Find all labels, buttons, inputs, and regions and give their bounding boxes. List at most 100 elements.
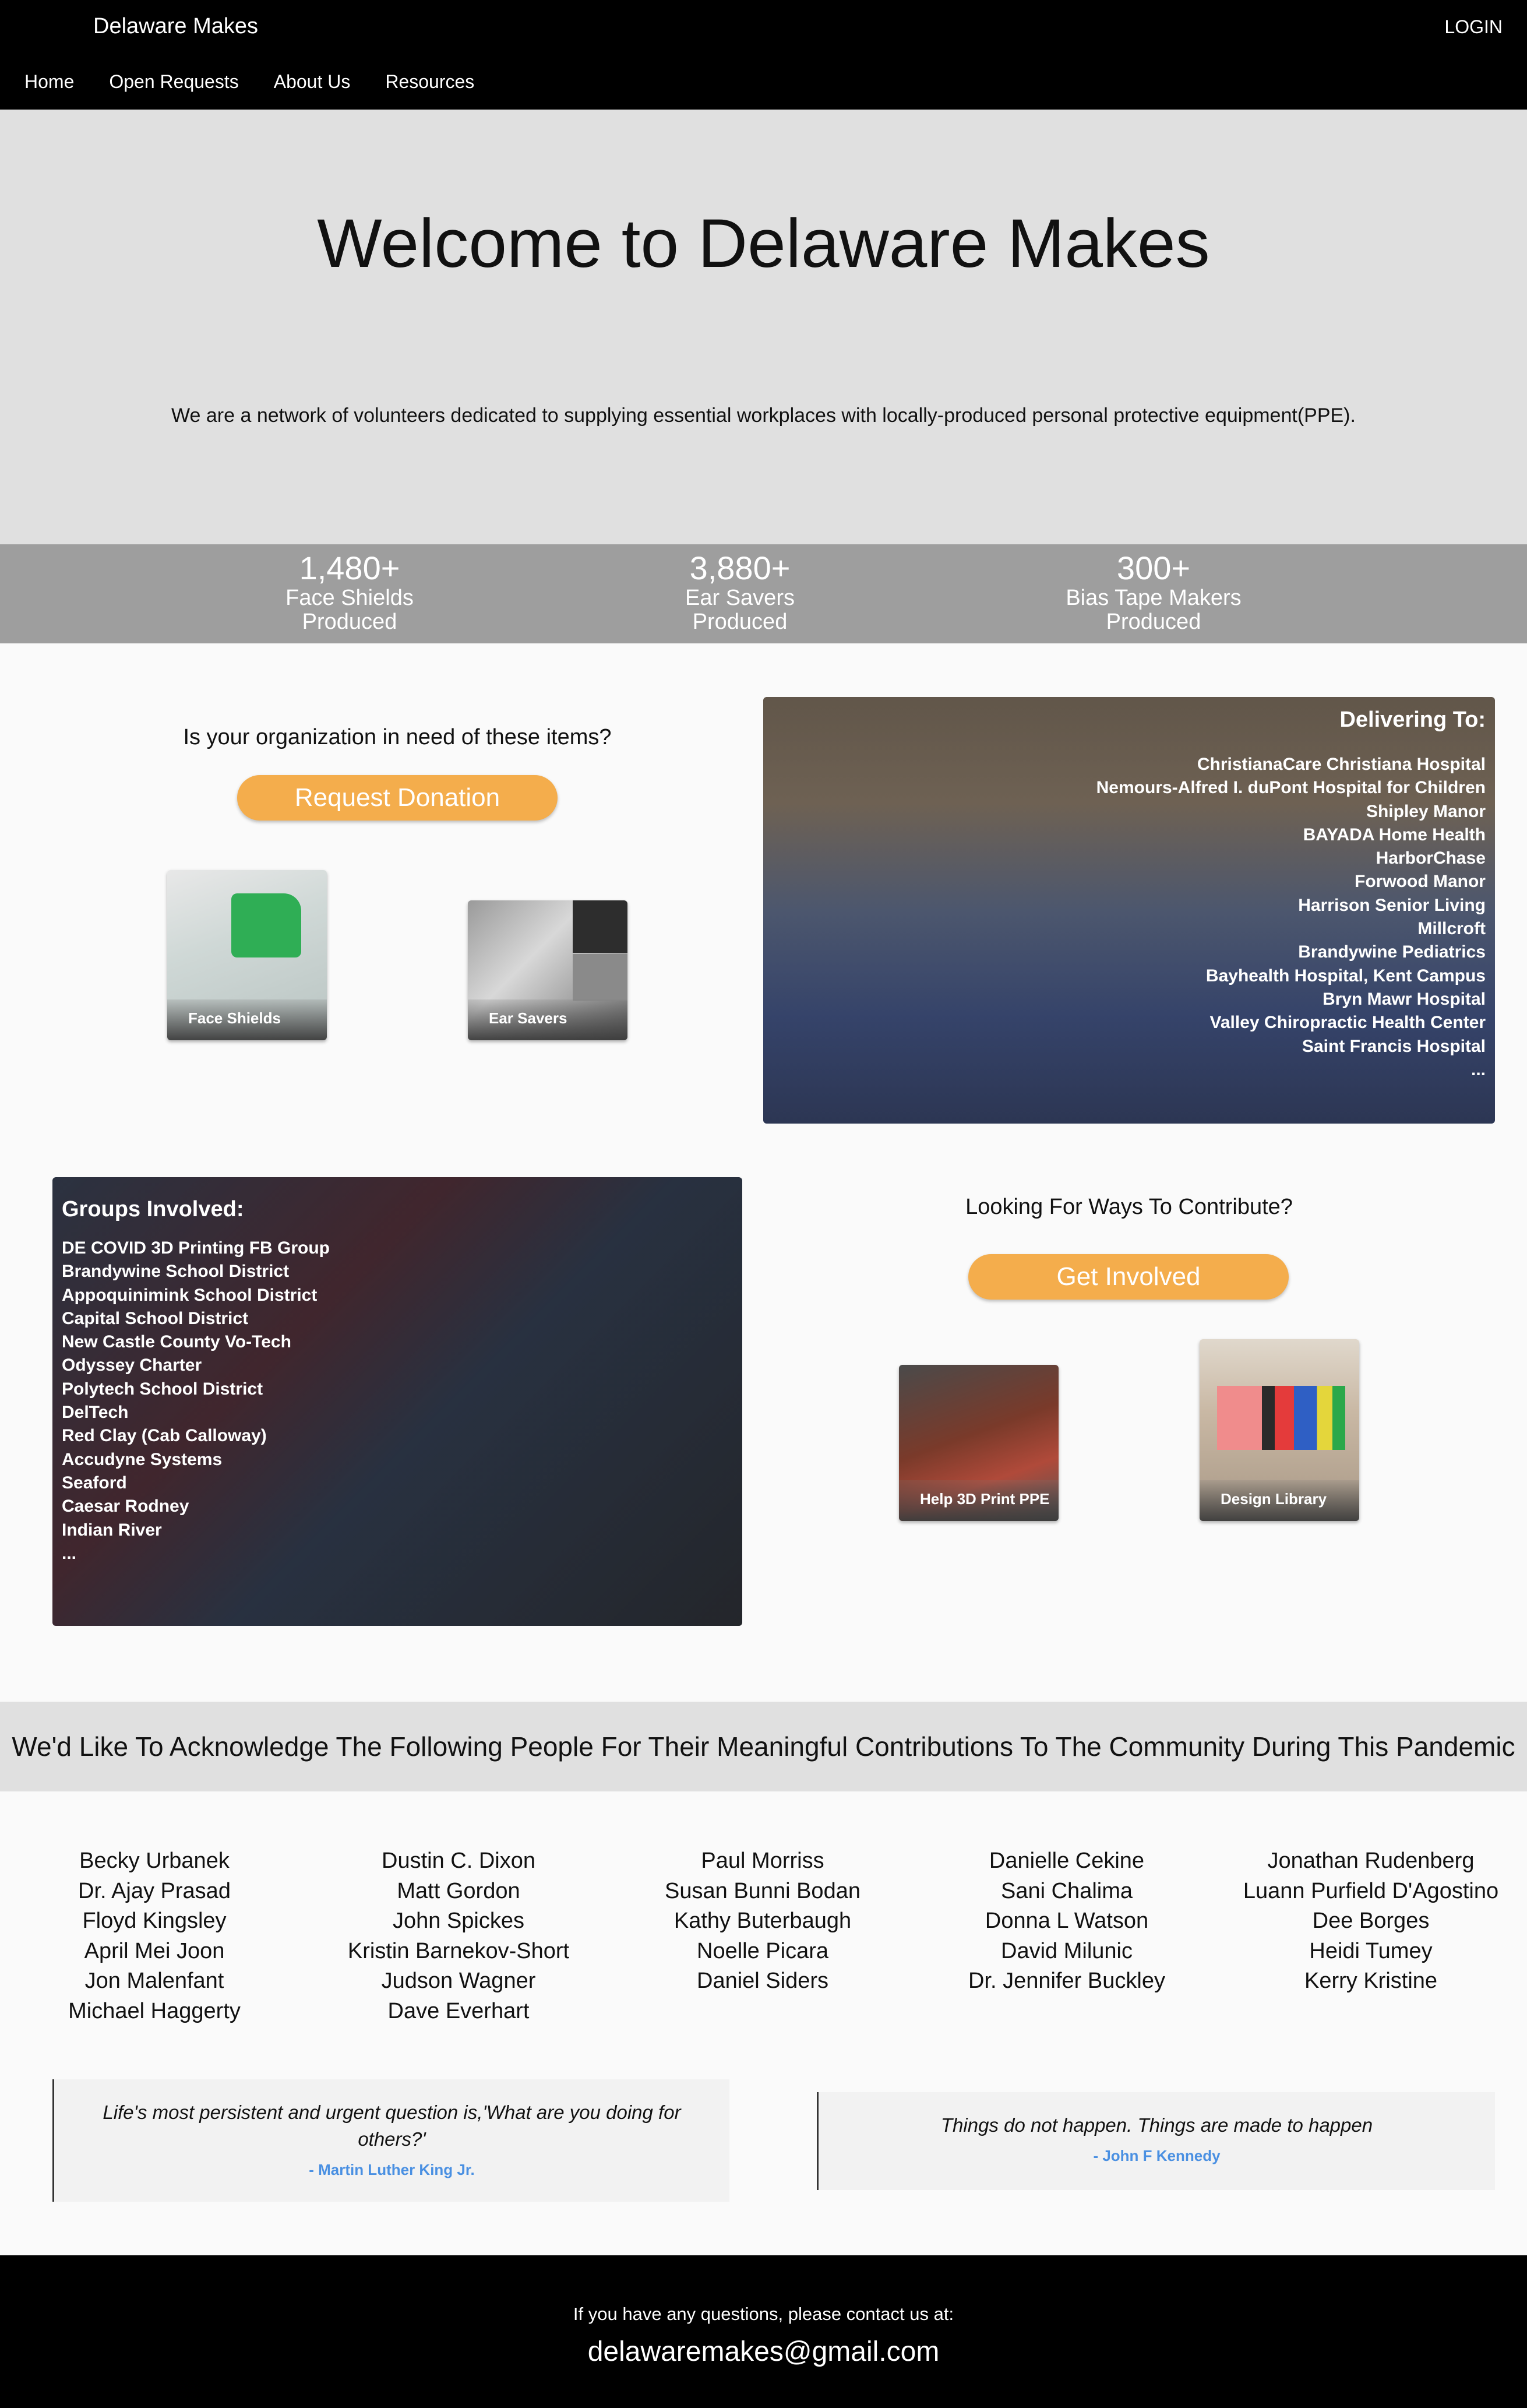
footer (0, 2255, 1527, 2408)
person-name: Heidi Tumey (1309, 1938, 1433, 1963)
list-item: Forwood Manor (1355, 872, 1486, 892)
delivering-list: ChristianaCare Christiana Hospital Nemou… (1096, 753, 1486, 1082)
quote-card: Life's most persistent and urgent questi… (52, 2079, 729, 2202)
get-involved-button[interactable]: Get Involved (968, 1254, 1289, 1300)
person-name: Jonathan Rudenberg (1267, 1849, 1475, 1873)
person-name: Judson Wagner (381, 1969, 536, 1993)
login-link[interactable]: LOGIN (1444, 16, 1503, 38)
people-column: Becky Urbanek Dr. Ajay Prasad Floyd King… (3, 1846, 306, 2026)
people-column: Dustin C. Dixon Matt Gordon John Spickes… (307, 1846, 610, 2026)
person-name: Dee Borges (1312, 1909, 1430, 1933)
person-name: Daniel Siders (697, 1969, 828, 1993)
person-name: Paul Morriss (701, 1849, 824, 1873)
delivering-panel: Delivering To: ChristianaCare Christiana… (763, 697, 1495, 1124)
nav-home[interactable]: Home (24, 71, 74, 93)
card-label: Face Shields (167, 999, 327, 1040)
list-item: Millcroft (1417, 919, 1486, 939)
list-item: Bayhealth Hospital, Kent Campus (1205, 966, 1486, 985)
main-nav: Home Open Requests About Us Resources (24, 71, 474, 93)
people-column: Jonathan Rudenberg Luann Purfield D'Agos… (1219, 1846, 1522, 1997)
quote-author: - John F Kennedy (1093, 2147, 1221, 2165)
stat-label: Face Shields (285, 585, 414, 610)
stat-value: 1,480+ (299, 550, 400, 586)
list-item: Harrison Senior Living (1298, 895, 1486, 915)
list-item: ... (62, 1543, 77, 1563)
list-item: Caesar Rodney (62, 1497, 189, 1516)
face-shields-card[interactable]: Face Shields (167, 870, 327, 1040)
card-label: Design Library (1200, 1480, 1359, 1521)
person-name: Jon Malenfant (84, 1969, 224, 1993)
nav-about-us[interactable]: About Us (274, 71, 351, 93)
list-item: Accudyne Systems (62, 1449, 223, 1469)
list-item: HarborChase (1376, 849, 1486, 868)
person-name: Kathy Buterbaugh (673, 1909, 852, 1933)
person-name: April Mei Joon (84, 1938, 225, 1963)
stat-ear-savers: 3,880+ Ear Savers Produced (565, 550, 915, 635)
person-name: Luann Purfield D'Agostino (1243, 1878, 1499, 1903)
contribute-question: Looking For Ways To Contribute? (965, 1195, 1293, 1219)
list-item: DelTech (62, 1403, 129, 1423)
stat-label: Produced (692, 610, 788, 635)
footer-contact-text: If you have any questions, please contac… (573, 2304, 954, 2324)
list-item: Brandywine Pediatrics (1298, 942, 1486, 962)
hero-subtitle: We are a network of volunteers dedicated… (171, 404, 1356, 427)
quote-text: Things do not happen. Things are made to… (940, 2114, 1373, 2136)
card-label: Help 3D Print PPE (899, 1480, 1059, 1521)
stat-value: 3,880+ (689, 550, 791, 586)
list-item: Seaford (62, 1473, 127, 1492)
person-name: Noelle Picara (697, 1938, 828, 1963)
design-library-photo (1217, 1386, 1345, 1450)
groups-list: DE COVID 3D Printing FB Group Brandywine… (62, 1237, 330, 1565)
list-item: Nemours-Alfred I. duPont Hospital for Ch… (1096, 778, 1486, 798)
list-item: Bryn Mawr Hospital (1322, 989, 1486, 1009)
hero-section (0, 110, 1527, 544)
stat-face-shields: 1,480+ Face Shields Produced (175, 550, 524, 635)
person-name: John Spickes (392, 1909, 524, 1933)
stat-label: Produced (1106, 610, 1201, 635)
person-name: Danielle Cekine (989, 1849, 1145, 1873)
delivering-title: Delivering To: (1339, 707, 1486, 732)
stat-label: Ear Savers (685, 585, 795, 610)
help-3d-print-card[interactable]: Help 3D Print PPE (899, 1365, 1059, 1521)
stat-bias-tape-makers: 300+ Bias Tape Makers Produced (979, 550, 1328, 635)
nav-resources[interactable]: Resources (385, 71, 474, 93)
acknowledgement-title: We'd Like To Acknowledge The Following P… (12, 1731, 1515, 1762)
list-item: ChristianaCare Christiana Hospital (1197, 755, 1486, 774)
list-item: Indian River (62, 1520, 162, 1540)
face-shield-photo (231, 893, 301, 957)
ear-savers-card[interactable]: Ear Savers (468, 900, 627, 1040)
person-name: Dustin C. Dixon (382, 1849, 535, 1873)
design-library-card[interactable]: Design Library (1200, 1339, 1359, 1521)
person-name: Michael Haggerty (68, 1998, 241, 2023)
card-label: Ear Savers (468, 999, 627, 1040)
list-item: Odyssey Charter (62, 1356, 202, 1375)
list-item: ... (1470, 1059, 1486, 1079)
groups-panel: Groups Involved: DE COVID 3D Printing FB… (52, 1177, 742, 1626)
list-item: Valley Chiropractic Health Center (1209, 1013, 1486, 1033)
stat-label: Produced (302, 610, 397, 635)
quote-text: Life's most persistent and urgent questi… (103, 2101, 681, 2150)
footer-email-link[interactable]: delawaremakes@gmail.com (0, 2336, 1527, 2368)
people-column: Danielle Cekine Sani Chalima Donna L Wat… (915, 1846, 1218, 1997)
brand-logo-text[interactable]: Delaware Makes (93, 14, 258, 39)
groups-title: Groups Involved: (62, 1197, 244, 1221)
person-name: Sani Chalima (1001, 1878, 1133, 1903)
list-item: BAYADA Home Health (1303, 825, 1486, 844)
quote-card: Things do not happen. Things are made to… (817, 2092, 1495, 2190)
list-item: Capital School District (62, 1308, 249, 1328)
list-item: Red Clay (Cab Calloway) (62, 1426, 267, 1446)
nav-open-requests[interactable]: Open Requests (109, 71, 238, 93)
quote-author: - Martin Luther King Jr. (309, 2161, 475, 2179)
ear-saver-photo (573, 900, 627, 953)
list-item: Saint Francis Hospital (1302, 1036, 1486, 1056)
list-item: Polytech School District (62, 1379, 263, 1399)
request-donation-button[interactable]: Request Donation (237, 775, 558, 821)
list-item: DE COVID 3D Printing FB Group (62, 1238, 330, 1258)
person-name: Becky Urbanek (79, 1849, 230, 1873)
list-item: Appoquinimink School District (62, 1285, 318, 1305)
person-name: Dave Everhart (387, 1998, 530, 2023)
list-item: Shipley Manor (1366, 801, 1486, 821)
people-column: Paul Morriss Susan Bunni Bodan Kathy But… (611, 1846, 914, 1997)
person-name: Floyd Kingsley (82, 1909, 227, 1933)
person-name: Susan Bunni Bodan (665, 1878, 861, 1903)
